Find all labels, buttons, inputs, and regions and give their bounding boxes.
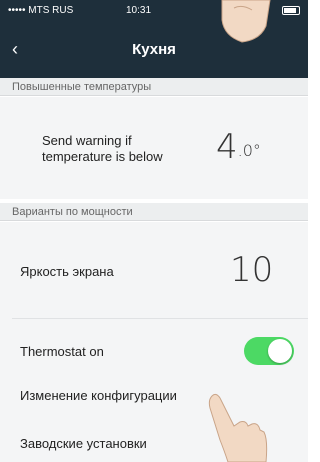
battery-icon <box>282 6 300 15</box>
temperature-number: 4 <box>216 127 238 167</box>
menu-item-factory-settings[interactable]: Заводские установки <box>20 436 147 451</box>
menu-item-config-change[interactable]: Изменение конфигурации <box>20 388 177 403</box>
temperature-warning-label: Send warning if temperature is below <box>42 133 163 165</box>
pointing-hand-icon <box>208 393 268 462</box>
thermostat-toggle[interactable] <box>244 337 294 365</box>
section-header-high-temp: Повышенные температуры <box>0 78 308 96</box>
brightness-label: Яркость экрана <box>20 264 114 279</box>
temperature-warning-row[interactable]: Send warning if temperature is below 4.0… <box>0 97 308 199</box>
section-header-power: Варианты по мощности <box>0 203 308 221</box>
temperature-value[interactable]: 4.0° <box>216 127 261 167</box>
divider <box>12 318 308 319</box>
clock: 10:31 <box>126 5 152 16</box>
brightness-value[interactable]: 10 <box>230 250 273 290</box>
temperature-unit: .0° <box>237 141 261 160</box>
carrier-label: ••••• MTS RUS <box>8 5 74 16</box>
toggle-knob <box>268 339 292 363</box>
pointing-hand-icon <box>221 0 271 43</box>
thermostat-label: Thermostat on <box>20 344 104 359</box>
temperature-warning-line2: temperature is below <box>42 149 163 164</box>
temperature-warning-line1: Send warning if <box>42 133 132 148</box>
